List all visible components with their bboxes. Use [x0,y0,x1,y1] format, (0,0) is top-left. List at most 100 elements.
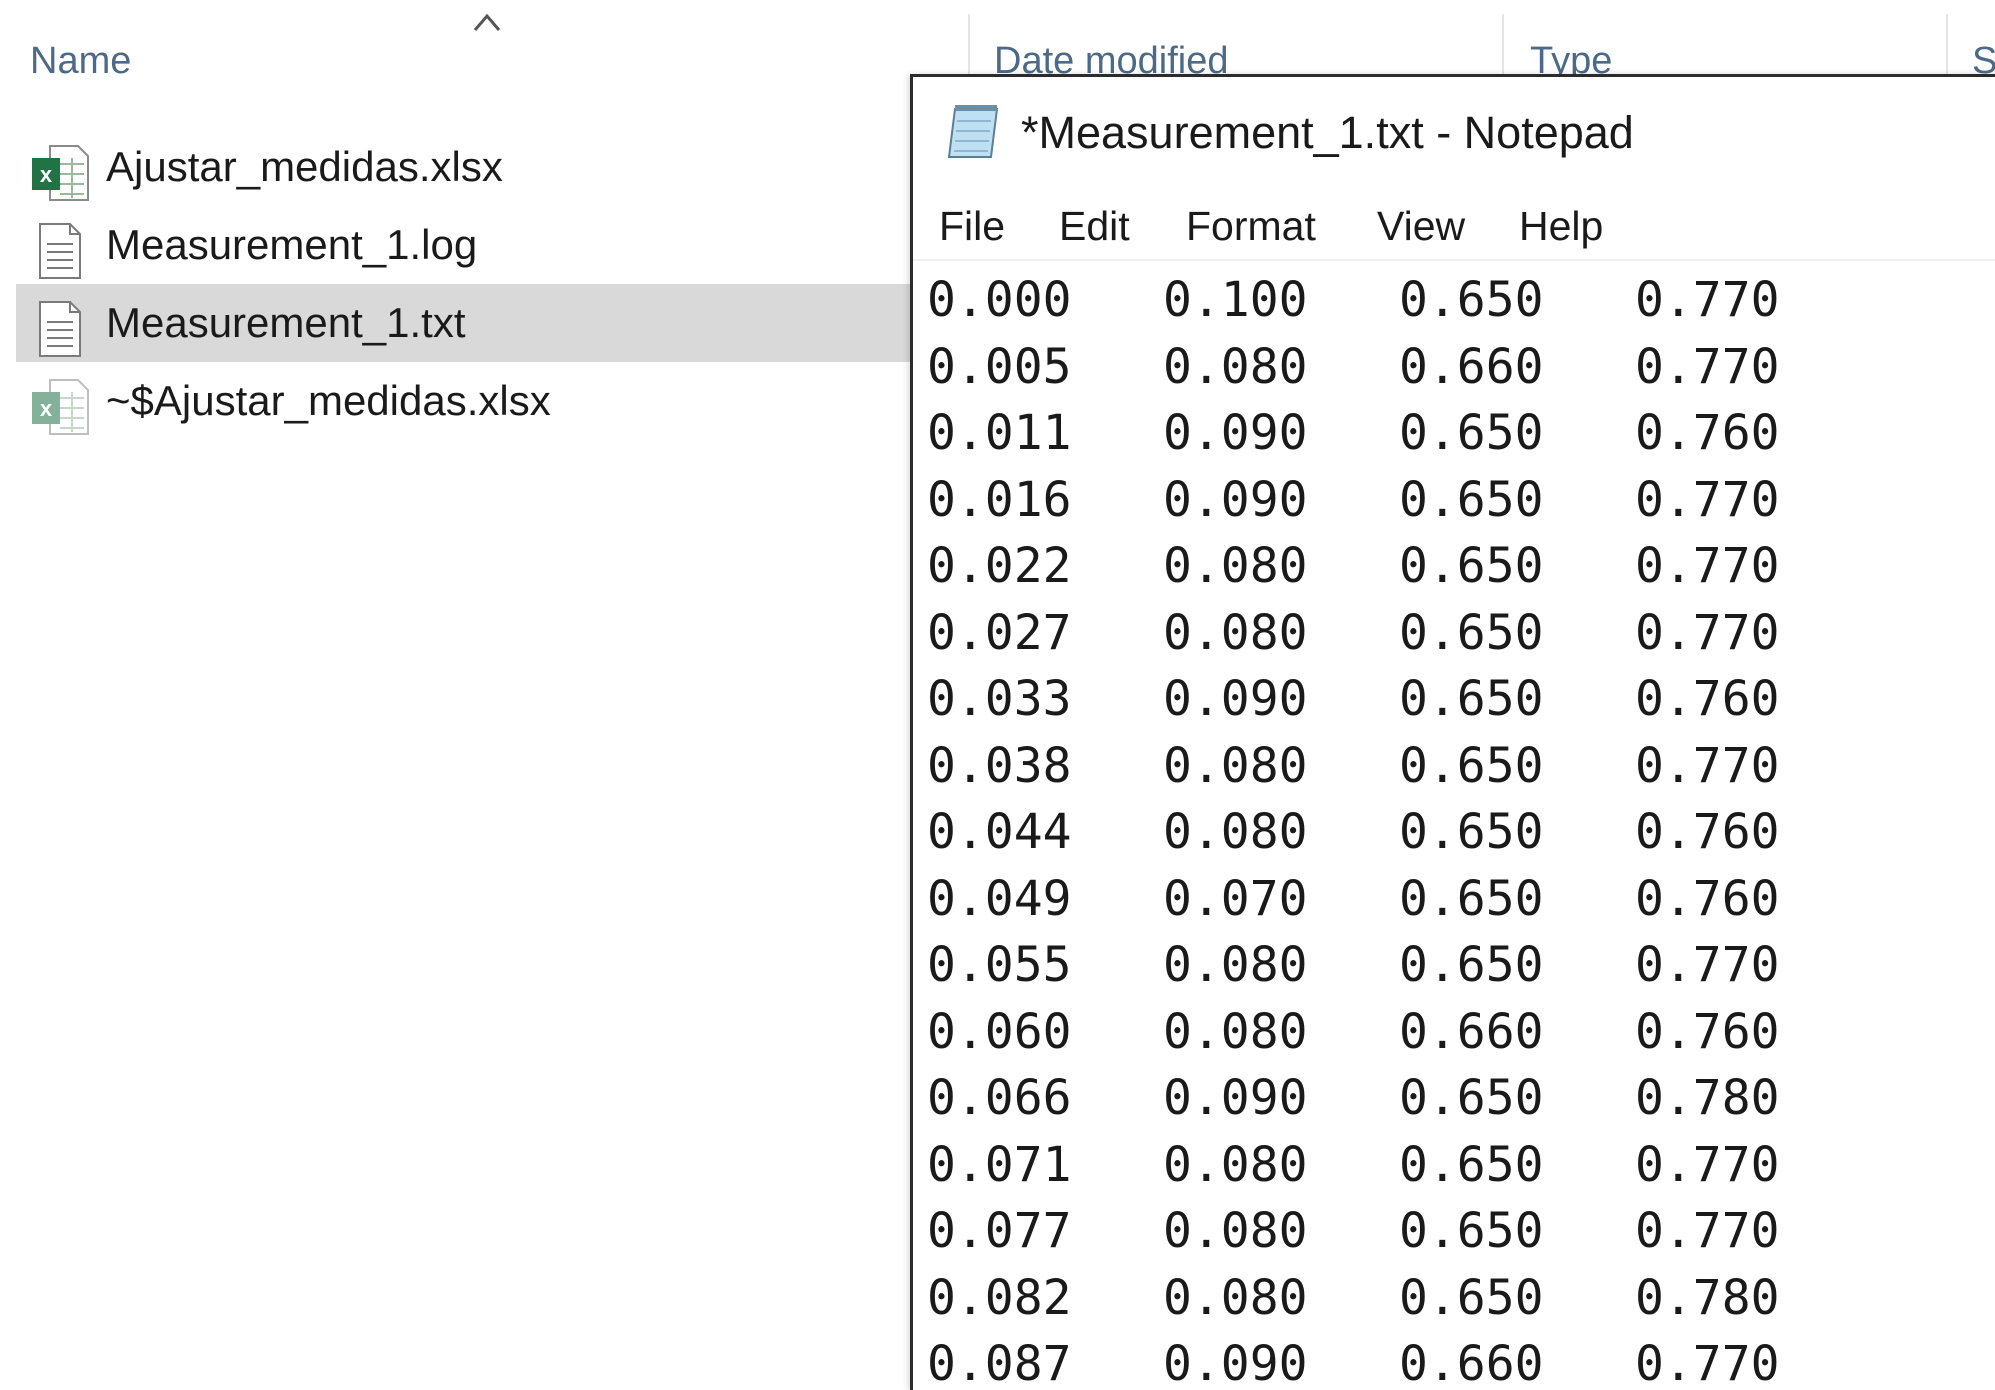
text-value: 0.080 [1163,1203,1308,1259]
text-value: 0.650 [1399,272,1544,328]
text-file-icon [39,301,81,357]
text-value: 0.770 [1635,1336,1780,1387]
text-value: 0.071 [927,1136,1072,1193]
text-line: 0.033 0.090 0.650 0.760 [927,666,1995,733]
text-line: 0.055 0.080 0.650 0.770 [927,932,1995,999]
text-value: 0.080 [1163,804,1308,860]
text-value: 0.027 [927,604,1072,661]
text-value: 0.022 [927,538,1072,594]
text-value: 0.660 [1399,1003,1544,1060]
text-line: 0.060 0.080 0.660 0.760 [927,999,1995,1066]
text-value: 0.770 [1635,471,1780,528]
text-line: 0.016 0.090 0.650 0.770 [927,467,1995,534]
file-row-measurement-1-log[interactable]: Measurement_1.log [16,206,916,284]
file-name: ~$Ajustar_medidas.xlsx [106,377,551,424]
file-row-temp-ajustar-medidas-xlsx[interactable]: x ~$Ajustar_medidas.xlsx [16,362,916,440]
text-line: 0.022 0.080 0.650 0.770 [927,533,1995,600]
text-line: 0.044 0.080 0.650 0.760 [927,799,1995,866]
text-value: 0.650 [1399,1070,1544,1126]
text-value: 0.090 [1163,471,1308,528]
notepad-title-bar[interactable]: *Measurement_1.txt - Notepad [913,77,1995,189]
text-value: 0.650 [1399,405,1544,461]
notepad-window[interactable]: *Measurement_1.txt - Notepad File Edit F… [910,74,1995,1390]
menu-file[interactable]: File [939,189,1005,259]
text-line: 0.027 0.080 0.650 0.770 [927,600,1995,667]
text-value: 0.780 [1635,1269,1780,1326]
text-value: 0.650 [1399,737,1544,794]
text-line: 0.077 0.080 0.650 0.770 [927,1198,1995,1265]
text-value: 0.011 [927,405,1072,461]
sort-ascending-icon[interactable] [472,10,502,34]
text-editor-area[interactable]: 0.000 0.100 0.650 0.770 0.005 0.080 0.660 0.770… [927,267,1995,1387]
text-value: 0.090 [1163,1336,1308,1387]
text-value: 0.770 [1635,1136,1780,1193]
file-name: Measurement_1.log [106,221,478,268]
text-line: 0.000 0.100 0.650 0.770 [927,267,1995,334]
text-value: 0.660 [1399,1336,1544,1387]
text-value: 0.760 [1635,870,1780,927]
text-value: 0.770 [1635,937,1780,993]
window-title: *Measurement_1.txt - Notepad [1021,107,1634,158]
excel-file-icon: x [32,145,89,201]
text-value: 0.033 [927,671,1072,727]
text-value: 0.650 [1399,804,1544,860]
text-value: 0.780 [1635,1070,1780,1126]
text-value: 0.080 [1163,604,1308,661]
text-value: 0.760 [1635,804,1780,860]
text-value: 0.000 [927,272,1072,328]
svg-text:x: x [40,162,53,187]
text-value: 0.650 [1399,1269,1544,1326]
svg-text:x: x [40,396,53,421]
text-value: 0.077 [927,1203,1072,1259]
text-value: 0.760 [1635,671,1780,727]
text-value: 0.760 [1635,1003,1780,1060]
text-value: 0.650 [1399,1203,1544,1259]
file-row-ajustar-medidas-xlsx[interactable]: x Ajustar_medidas.xlsx [16,128,916,206]
text-value: 0.060 [927,1003,1072,1060]
text-value: 0.650 [1399,604,1544,661]
notepad-icon [947,105,999,158]
text-value: 0.080 [1163,1003,1308,1060]
menu-bar: File Edit Format View Help [913,189,1995,261]
text-value: 0.080 [1163,937,1308,993]
text-value: 0.080 [1163,1136,1308,1193]
text-value: 0.080 [1163,538,1308,594]
text-line: 0.082 0.080 0.650 0.780 [927,1265,1995,1332]
text-value: 0.016 [927,471,1072,528]
column-header-name[interactable]: Name [30,36,131,86]
text-line: 0.049 0.070 0.650 0.760 [927,866,1995,933]
menu-format[interactable]: Format [1186,189,1316,259]
menu-edit[interactable]: Edit [1059,189,1130,259]
text-value: 0.650 [1399,538,1544,594]
menu-view[interactable]: View [1377,189,1465,259]
text-value: 0.044 [927,804,1072,860]
text-value: 0.100 [1163,272,1308,328]
text-value: 0.650 [1399,671,1544,727]
text-value: 0.090 [1163,671,1308,727]
text-value: 0.660 [1399,338,1544,395]
text-value: 0.090 [1163,1070,1308,1126]
text-value: 0.650 [1399,937,1544,993]
text-value: 0.080 [1163,737,1308,794]
text-value: 0.038 [927,737,1072,794]
menu-help[interactable]: Help [1519,189,1603,259]
file-name: Ajustar_medidas.xlsx [106,143,503,190]
text-value: 0.087 [927,1336,1072,1387]
text-value: 0.090 [1163,405,1308,461]
text-line: 0.087 0.090 0.660 0.770 [927,1331,1995,1387]
text-value: 0.770 [1635,272,1780,328]
text-value: 0.770 [1635,737,1780,794]
text-value: 0.080 [1163,338,1308,395]
text-value: 0.760 [1635,405,1780,461]
text-line: 0.071 0.080 0.650 0.770 [927,1132,1995,1199]
text-value: 0.080 [1163,1269,1308,1326]
text-line: 0.005 0.080 0.660 0.770 [927,334,1995,401]
text-value: 0.005 [927,338,1072,395]
text-value: 0.650 [1399,1136,1544,1193]
text-value: 0.770 [1635,604,1780,661]
text-value: 0.650 [1399,471,1544,528]
text-value: 0.770 [1635,1203,1780,1259]
file-row-measurement-1-txt[interactable]: Measurement_1.txt [16,284,916,362]
text-value: 0.049 [927,870,1072,927]
text-value: 0.066 [927,1070,1072,1126]
